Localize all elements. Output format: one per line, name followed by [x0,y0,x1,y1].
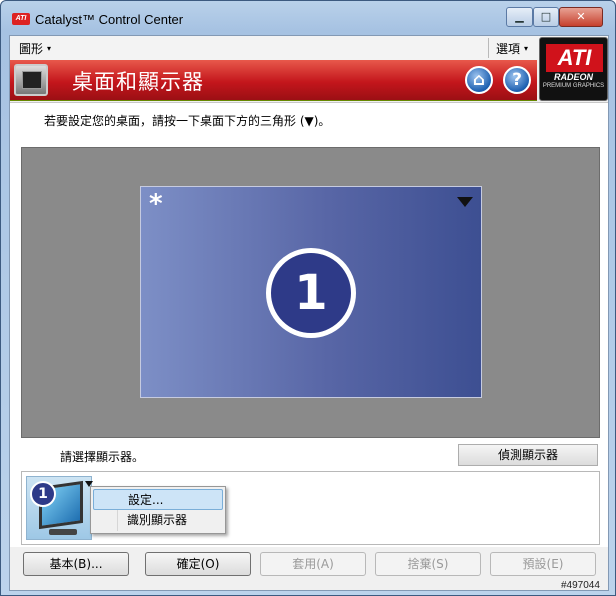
display-thumbnail-1[interactable]: 1 [26,476,93,540]
radeon-logo-text: RADEON [553,72,593,82]
ati-radeon-logo: ATI RADEON PREMIUM GRAPHICS [539,37,608,101]
minimize-button[interactable]: ▁ [506,7,533,27]
title-bar[interactable]: ATI Catalyst™ Control Center ▁ □ ✕ [1,1,615,35]
premium-graphics-text: PREMIUM GRAPHICS [542,83,605,89]
catalyst-window: ATI Catalyst™ Control Center ▁ □ ✕ 圖形 ▾ 選… [0,0,616,596]
display-number-badge: 1 [30,481,56,507]
instruction-text: 若要設定您的桌面，請按一下桌面下方的三角形 (▼)。 [44,114,331,128]
basic-button[interactable]: 基本(B)... [23,552,129,576]
chevron-down-icon: ▾ [524,44,529,53]
apply-button[interactable]: 套用(A) [260,552,366,576]
page-banner: 桌面和顯示器 ⌂ ? [10,60,537,101]
menu-separator [488,38,489,58]
help-icon[interactable]: ? [503,66,531,94]
desktop-arrangement-area: * 1 [21,147,600,438]
watermark-text: #497044 [561,580,600,591]
home-icon[interactable]: ⌂ [465,66,493,94]
ati-small-icon: ATI [12,13,30,25]
main-content: 若要設定您的桌面，請按一下桌面下方的三角形 (▼)。 * 1 請選擇顯示器。 偵… [10,102,608,547]
ok-button[interactable]: 確定(O) [145,552,251,576]
menu-bar: 圖形 ▾ 選項 ▾ [10,36,608,60]
client-area: 圖形 ▾ 選項 ▾ 桌面和顯示器 ⌂ ? ATI RADEON PREMIUM GR… [9,35,609,591]
graphics-menu[interactable]: 圖形 ▾ [19,40,51,57]
desktop-display-icon [14,64,48,96]
ati-logo-mark: ATI [546,44,603,72]
defaults-button[interactable]: 預設(E) [490,552,596,576]
menu-item-identify-displays[interactable]: 識別顯示器 [93,510,223,531]
desktop-menu-triangle-icon[interactable] [457,197,473,207]
desktop-monitor-1[interactable]: * 1 [140,186,482,398]
monitor-number-badge: 1 [266,248,356,338]
monitor-stand-icon [49,529,77,535]
discard-button[interactable]: 捨棄(S) [375,552,481,576]
display-context-menu: 設定... 識別顯示器 [90,486,226,534]
menu-item-configure[interactable]: 設定... [93,489,223,510]
page-title: 桌面和顯示器 [72,70,204,94]
maximize-button[interactable]: □ [533,7,559,27]
options-menu-label: 選項 [496,42,521,56]
graphics-menu-label: 圖形 [19,42,44,56]
button-bar: 基本(B)... 確定(O) 套用(A) 捨棄(S) 預設(E) [10,547,608,590]
window-title: Catalyst™ Control Center [35,12,184,27]
chevron-down-icon: ▾ [47,44,52,53]
primary-display-marker: * [149,189,163,219]
detect-displays-button[interactable]: 偵測顯示器 [458,444,598,466]
close-button[interactable]: ✕ [559,7,603,27]
select-display-label: 請選擇顯示器。 [60,450,145,464]
options-menu[interactable]: 選項 ▾ [496,40,528,57]
